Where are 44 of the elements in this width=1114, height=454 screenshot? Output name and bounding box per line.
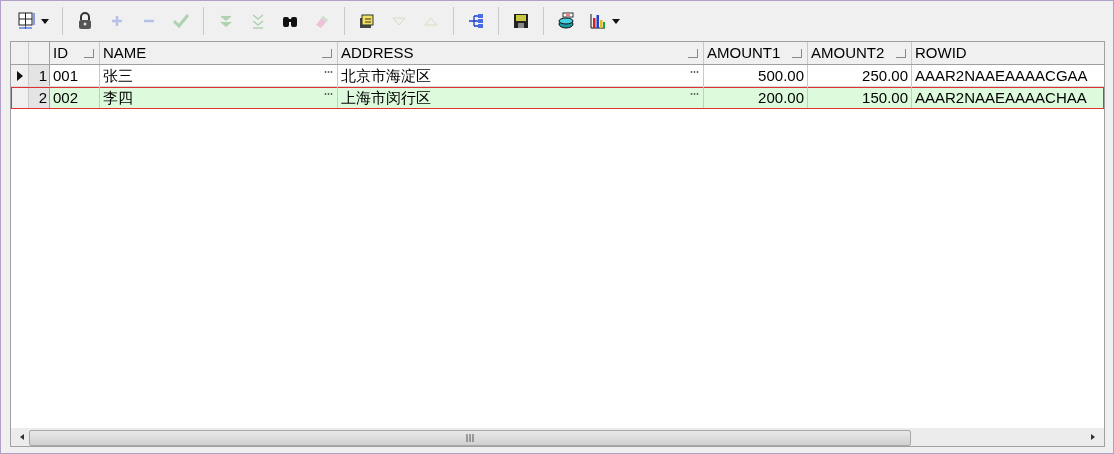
column-resize-icon[interactable]: [688, 49, 698, 58]
column-resize-icon[interactable]: [84, 49, 94, 58]
table-cell: 250.00: [808, 65, 912, 86]
table-cell: 001: [50, 65, 100, 86]
row-number: 1: [29, 65, 50, 86]
caret-icon: [612, 18, 620, 24]
column-resize-icon[interactable]: [896, 49, 906, 58]
row-indicator[interactable]: [11, 65, 29, 86]
table-cell: 500.00: [704, 65, 808, 86]
column-resize-icon[interactable]: [322, 49, 332, 58]
table-cell: AAAR2NAAEAAAACGAA: [912, 65, 1104, 86]
column-header[interactable]: AMOUNT1: [704, 42, 808, 64]
table-cell: 李四: [100, 87, 338, 108]
ellipsis-button[interactable]: [690, 70, 699, 74]
table-cell: 150.00: [808, 87, 912, 108]
ellipsis-button[interactable]: [324, 92, 333, 96]
table-cell: 北京市海淀区: [338, 65, 704, 86]
column-resize-icon[interactable]: [792, 49, 802, 58]
table-cell: 002: [50, 87, 100, 108]
ellipsis-button[interactable]: [324, 70, 333, 74]
column-header[interactable]: ADDRESS: [338, 42, 704, 64]
column-header[interactable]: ROWID: [912, 42, 1104, 64]
hierarchy-icon: [467, 12, 485, 30]
save-icon: [512, 12, 530, 30]
caret-icon: [41, 18, 49, 24]
scrollbar-thumb[interactable]: [29, 430, 911, 446]
column-header[interactable]: AMOUNT2: [808, 42, 912, 64]
bar-chart-icon: [589, 12, 607, 30]
padlock-icon: [76, 12, 94, 30]
database-icon: [557, 12, 575, 30]
document-stack-icon: [358, 12, 376, 30]
table-cell: AAAR2NAAEAAAACHAA: [912, 87, 1104, 108]
checkmark-icon: [172, 12, 190, 30]
table-cell: 张三: [100, 65, 338, 86]
table-row[interactable]: 2 002 李四 上海市闵行区 200.00 150.00 AAAR2NAAEAAAACHAA: [11, 87, 1104, 109]
horizontal-scrollbar[interactable]: [11, 428, 1104, 446]
grip-icon: [465, 434, 475, 442]
column-header[interactable]: ID: [50, 42, 100, 64]
column-header[interactable]: NAME: [100, 42, 338, 64]
table-cell: 200.00: [704, 87, 808, 108]
grid-icon: [18, 12, 36, 30]
table-cell: 上海市闵行区: [338, 87, 704, 108]
ellipsis-button[interactable]: [690, 92, 699, 96]
row-number: 2: [29, 87, 50, 108]
